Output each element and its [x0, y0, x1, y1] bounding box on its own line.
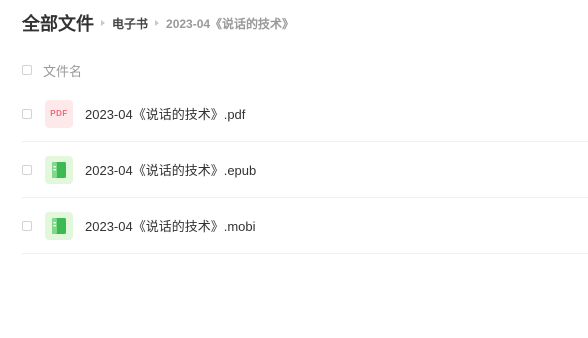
file-name[interactable]: 2023-04《说话的技术》.pdf [85, 104, 245, 123]
file-list-header: 文件名 [22, 60, 82, 80]
breadcrumb: 全部文件 电子书 2023-04《说话的技术》 [22, 12, 294, 34]
breadcrumb-separator-icon [155, 20, 160, 26]
ebook-icon [45, 155, 73, 184]
file-row[interactable]: 2023-04《说话的技术》.epub [22, 142, 588, 198]
column-header-filename[interactable]: 文件名 [43, 61, 82, 80]
ebook-icon [45, 211, 73, 240]
pdf-icon-label: PDF [50, 109, 68, 118]
select-all-checkbox[interactable] [22, 65, 32, 75]
breadcrumb-separator-icon [101, 20, 105, 26]
file-list: PDF 2023-04《说话的技术》.pdf 2023-04《说话的技术》.ep… [22, 86, 588, 254]
file-name[interactable]: 2023-04《说话的技术》.mobi [85, 216, 256, 235]
breadcrumb-current: 2023-04《说话的技术》 [166, 16, 295, 31]
file-name[interactable]: 2023-04《说话的技术》.epub [85, 160, 256, 179]
file-checkbox[interactable] [22, 220, 32, 231]
file-checkbox[interactable] [22, 164, 32, 175]
breadcrumb-item-ebooks[interactable]: 电子书 [112, 15, 148, 32]
file-row[interactable]: PDF 2023-04《说话的技术》.pdf [22, 86, 588, 142]
file-row[interactable]: 2023-04《说话的技术》.mobi [22, 198, 588, 254]
file-checkbox[interactable] [22, 108, 32, 119]
pdf-file-icon: PDF [45, 99, 73, 128]
breadcrumb-root[interactable]: 全部文件 [22, 10, 94, 36]
